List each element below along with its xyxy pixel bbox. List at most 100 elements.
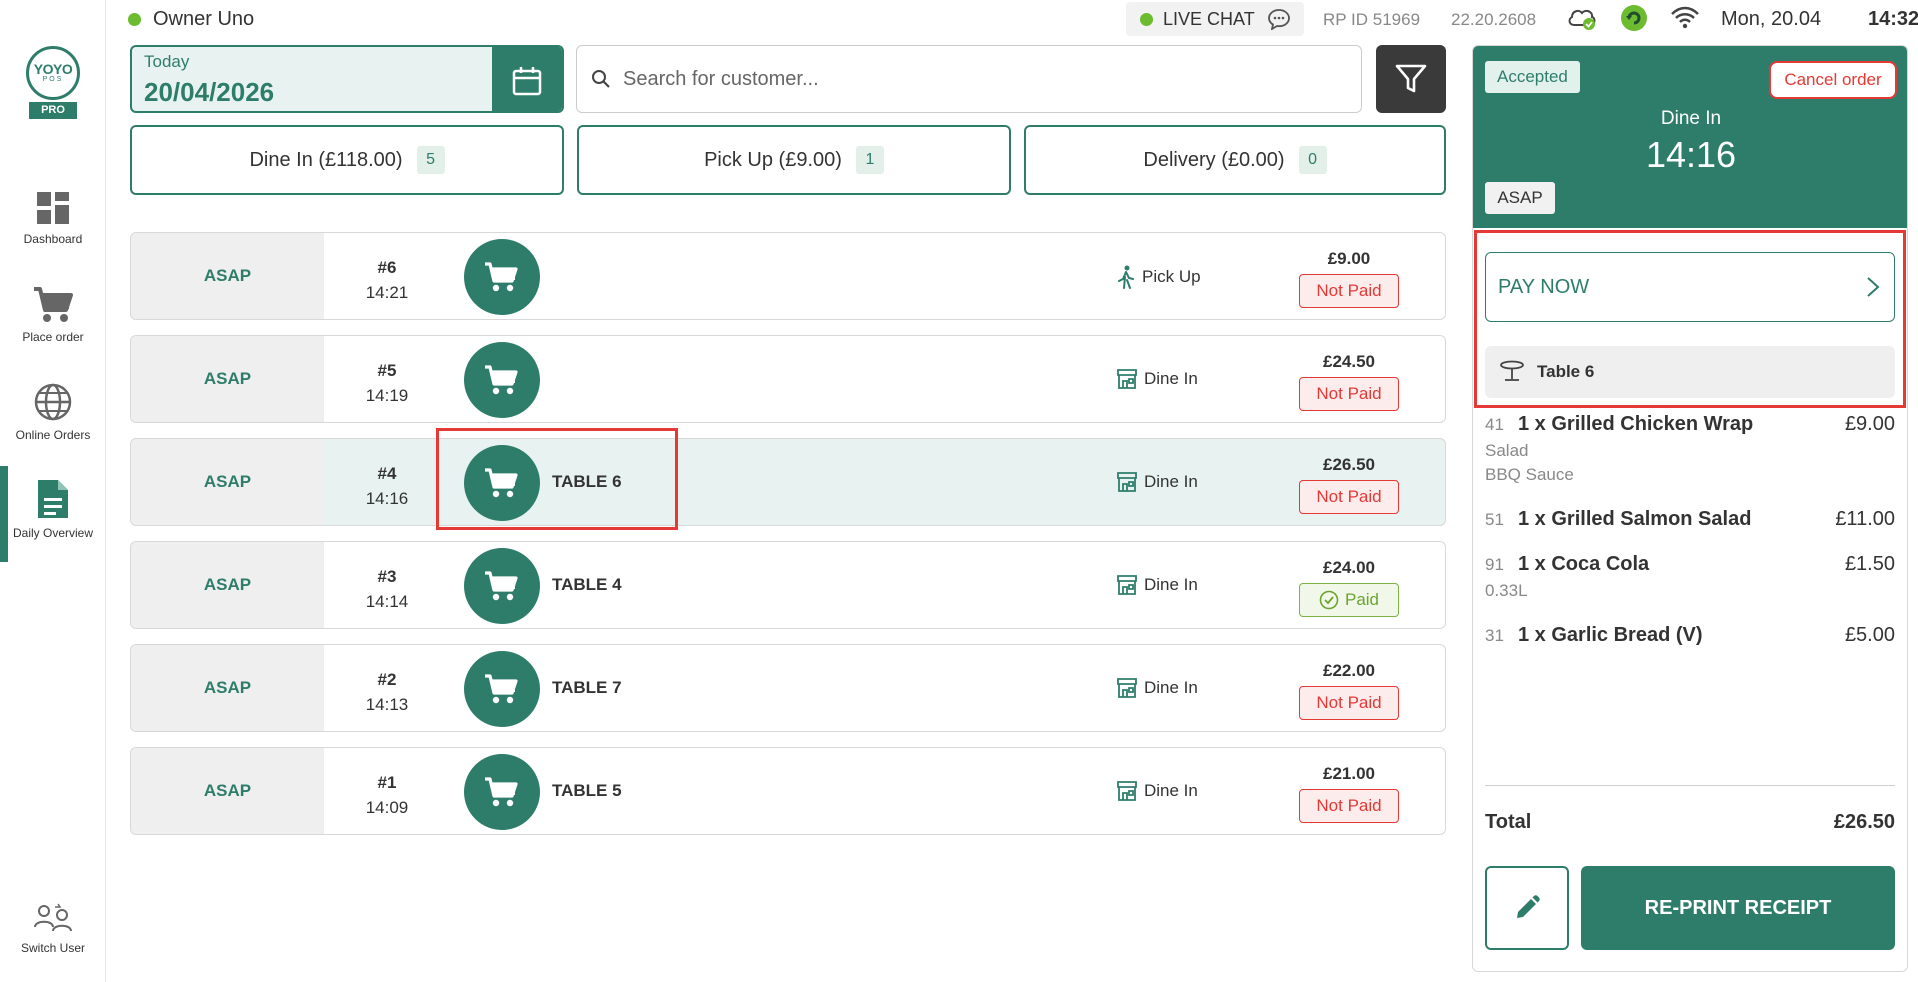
order-type: Pick Up [1116, 265, 1201, 289]
order-row[interactable]: ASAP #6 14:21 Pick Up £9.00 Not Paid [130, 232, 1446, 320]
order-type-label: Dine In [1144, 678, 1198, 697]
order-row[interactable]: ASAP #5 14:19 Dine In £24.50 Not Paid [130, 335, 1446, 423]
order-cart-button[interactable] [464, 651, 540, 727]
switch-user-icon [34, 903, 72, 932]
order-row[interactable]: ASAP #3 14:14 TABLE 4 Dine In £24.00 Pai… [130, 541, 1446, 629]
sidebar-item-place-order[interactable]: Place order [0, 286, 106, 344]
order-number-block: #5 14:19 [347, 358, 427, 408]
calendar-button[interactable] [492, 47, 562, 111]
order-cart-button[interactable] [464, 239, 540, 315]
customer-search[interactable] [576, 45, 1362, 113]
order-price: £21.00 [1323, 764, 1375, 783]
online-status-dot [128, 13, 141, 26]
detail-timing-chip: ASAP [1485, 182, 1555, 214]
order-time: 14:13 [365, 695, 409, 714]
item-code: 51 [1485, 510, 1504, 529]
live-chat-label: LIVE CHAT [1163, 8, 1255, 29]
order-item: 31 1 x Garlic Bread (V) £5.00 [1485, 624, 1895, 647]
payment-status-badge: Not Paid [1299, 480, 1399, 514]
sidebar-item-dashboard[interactable]: Dashboard [0, 190, 106, 246]
order-row[interactable]: ASAP #2 14:13 TABLE 7 Dine In £22.00 Not… [130, 644, 1446, 732]
walking-person-icon [1118, 265, 1134, 289]
order-row[interactable]: ASAP #1 14:09 TABLE 5 Dine In £21.00 Not… [130, 747, 1446, 835]
order-detail-header: Accepted Cancel order Dine In 14:16 ASAP [1473, 46, 1907, 228]
pay-now-label: PAY NOW [1498, 275, 1590, 298]
owner-status: Owner Uno [128, 8, 254, 31]
order-time: 14:09 [365, 798, 409, 817]
order-number-block: #4 14:16 [347, 461, 427, 511]
cancel-order-button[interactable]: Cancel order [1769, 61, 1897, 99]
date-filter[interactable]: Today 20/04/2026 [130, 45, 564, 113]
sidebar-item-label: Daily Overview [12, 526, 93, 540]
item-modifier: 0.33L [1485, 581, 1528, 600]
order-price: £22.00 [1323, 661, 1375, 680]
total-value: £26.50 [1833, 811, 1895, 833]
order-timing: ASAP [131, 233, 324, 319]
order-timing: ASAP [131, 542, 324, 628]
payment-status-label: Paid [1344, 590, 1380, 609]
chat-bubble-icon [1267, 9, 1290, 30]
order-type: Dine In [1116, 677, 1198, 699]
document-icon [38, 480, 68, 518]
order-number: #3 [377, 567, 397, 586]
order-price: £24.00 [1323, 558, 1375, 577]
order-price: £26.50 [1323, 455, 1375, 474]
live-chat-button[interactable]: LIVE CHAT [1126, 2, 1304, 36]
sidebar-item-label: Online Orders [15, 428, 91, 442]
item-name: 1 x Grilled Salmon Salad [1518, 508, 1752, 530]
item-code: 31 [1485, 626, 1504, 645]
item-price: £9.00 [1844, 413, 1895, 435]
sidebar-item-online-orders[interactable]: Online Orders [0, 382, 106, 442]
order-table: TABLE 5 [552, 781, 622, 800]
tab-count: 5 [416, 146, 445, 174]
item-price: £5.00 [1844, 624, 1895, 646]
logo-subtext: POS [42, 76, 64, 83]
pay-now-button[interactable]: PAY NOW [1485, 252, 1895, 322]
order-cart-button[interactable] [464, 342, 540, 418]
payment-status-badge: Not Paid [1299, 686, 1399, 720]
sidebar-item-label: Place order [22, 330, 84, 344]
order-list: ASAP #6 14:21 Pick Up £9.00 Not Paid ASA… [130, 232, 1446, 850]
order-row-selected[interactable]: ASAP #4 14:16 TABLE 6 Dine In £26.50 Not… [130, 438, 1446, 526]
sidebar-item-daily-overview[interactable]: Daily Overview [0, 466, 106, 562]
search-input[interactable] [623, 67, 1323, 91]
live-chat-status-dot [1140, 12, 1153, 26]
order-number-block: #2 14:13 [347, 667, 427, 717]
table-chip-label: Table 6 [1537, 362, 1595, 381]
table-chip[interactable]: Table 6 [1485, 346, 1895, 398]
order-cart-button[interactable] [464, 445, 540, 521]
store-icon [1117, 472, 1137, 492]
item-modifier: BBQ Sauce [1485, 465, 1574, 484]
item-name: 1 x Grilled Chicken Wrap [1518, 413, 1754, 435]
store-icon [1117, 678, 1137, 698]
order-table: TABLE 4 [552, 575, 622, 594]
tab-label: Pick Up (£9.00) [704, 148, 842, 171]
check-circle-icon [1319, 590, 1339, 610]
tab-delivery[interactable]: Delivery (£0.00) 0 [1024, 125, 1446, 195]
sync-status-icon [1621, 5, 1647, 31]
reprint-receipt-button[interactable]: RE-PRINT RECEIPT [1581, 866, 1895, 950]
filter-button[interactable] [1376, 45, 1446, 113]
order-type-label: Dine In [1144, 575, 1198, 594]
order-number: #1 [377, 773, 397, 792]
order-item: 51 1 x Grilled Salmon Salad £11.00 [1485, 508, 1895, 531]
edit-order-button[interactable] [1485, 866, 1569, 950]
item-price: £11.00 [1835, 508, 1895, 530]
tab-pick-up[interactable]: Pick Up (£9.00) 1 [577, 125, 1011, 195]
order-cart-button[interactable] [464, 548, 540, 624]
tab-count: 0 [1298, 146, 1327, 174]
order-cart-button[interactable] [464, 754, 540, 830]
tab-dine-in[interactable]: Dine In (£118.00) 5 [130, 125, 564, 195]
order-table: TABLE 6 [552, 472, 622, 491]
order-time: 14:21 [365, 283, 409, 302]
current-date: Mon, 20.04 [1721, 8, 1822, 30]
top-bar: Owner Uno LIVE CHAT RP ID 51969 22.20.26… [106, 0, 1918, 40]
filter-icon [1395, 64, 1427, 93]
sidebar-item-label: Dashboard [23, 232, 83, 246]
sidebar-item-switch-user[interactable]: Switch User [0, 903, 106, 955]
date-filter-label: Today [144, 52, 190, 71]
order-type: Dine In [1116, 574, 1198, 596]
total-label: Total [1485, 811, 1532, 833]
order-number: #2 [377, 670, 397, 689]
item-name: 1 x Garlic Bread (V) [1518, 624, 1703, 646]
